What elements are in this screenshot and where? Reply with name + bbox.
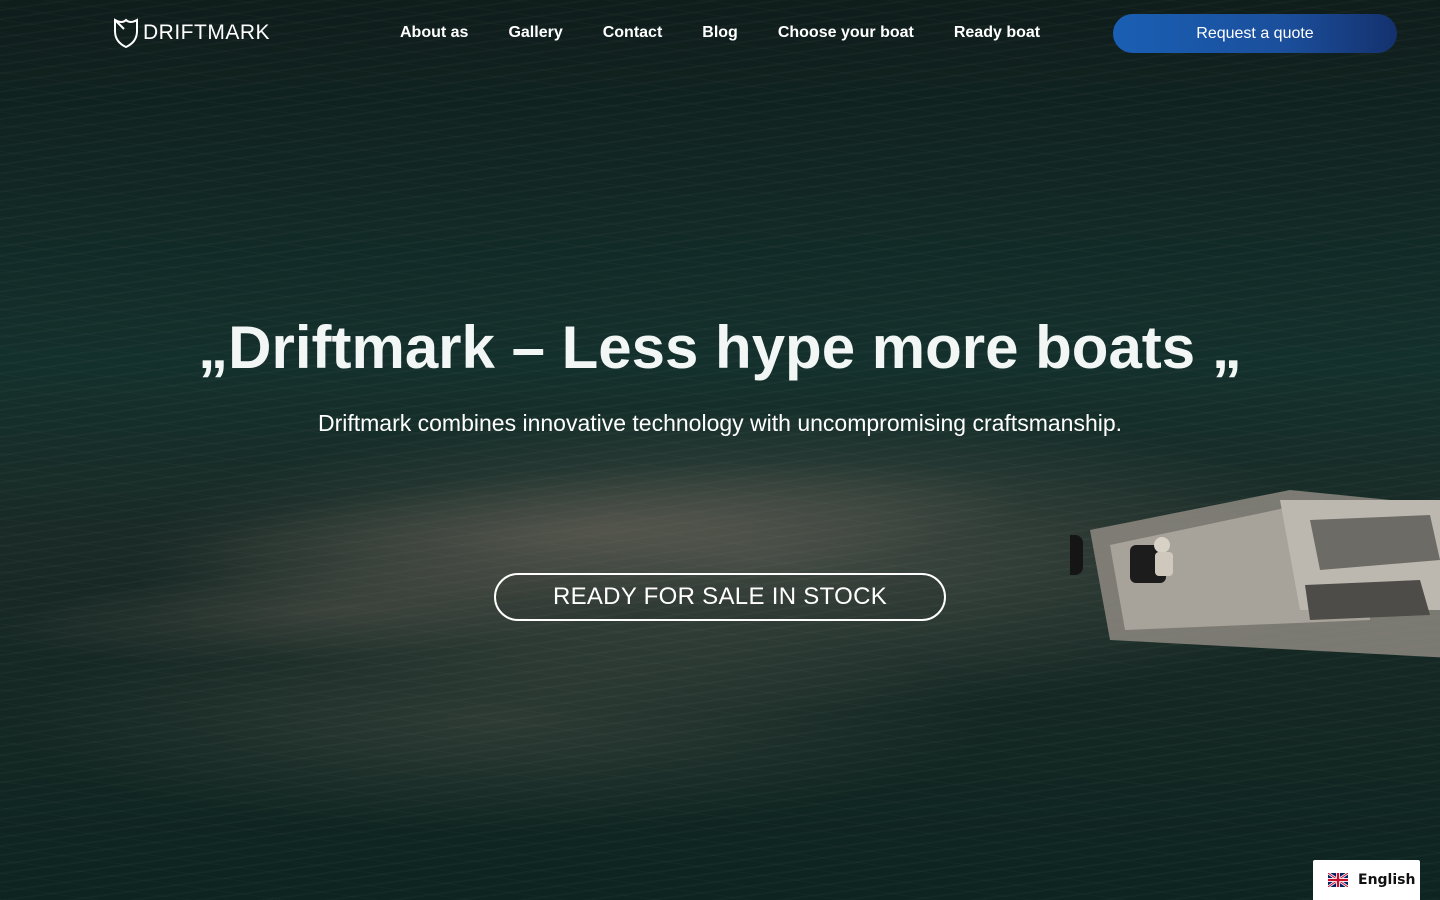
nav-item-blog[interactable]: Blog xyxy=(682,22,758,44)
request-quote-button[interactable]: Request a quote xyxy=(1113,14,1397,53)
nav-item-ready-boat[interactable]: Ready boat xyxy=(934,22,1060,44)
hero-headline: „Driftmark – Less hype more boats „ xyxy=(198,314,1242,381)
hero-section: DRIFTMARK About as Gallery Contact Blog … xyxy=(0,0,1440,900)
shield-logo-icon xyxy=(114,18,138,49)
hero-subtitle: Driftmark combines innovative technology… xyxy=(317,410,1123,436)
language-label: English xyxy=(1358,872,1416,888)
ready-for-sale-button[interactable]: READY FOR SALE IN STOCK xyxy=(494,573,946,621)
nav-item-gallery[interactable]: Gallery xyxy=(488,22,582,44)
logo-link[interactable]: DRIFTMARK xyxy=(112,17,270,49)
nav-item-choose-boat[interactable]: Choose your boat xyxy=(758,22,934,44)
language-switcher[interactable]: English xyxy=(1313,860,1420,900)
main-nav: About as Gallery Contact Blog Choose you… xyxy=(380,22,1060,44)
nav-item-about[interactable]: About as xyxy=(380,22,488,44)
brand-name: DRIFTMARK xyxy=(143,21,270,44)
uk-flag-icon xyxy=(1328,873,1348,887)
boat-image xyxy=(1070,490,1440,658)
nav-item-contact[interactable]: Contact xyxy=(583,22,683,44)
water-background xyxy=(0,0,1440,900)
site-header: DRIFTMARK About as Gallery Contact Blog … xyxy=(0,0,1440,66)
